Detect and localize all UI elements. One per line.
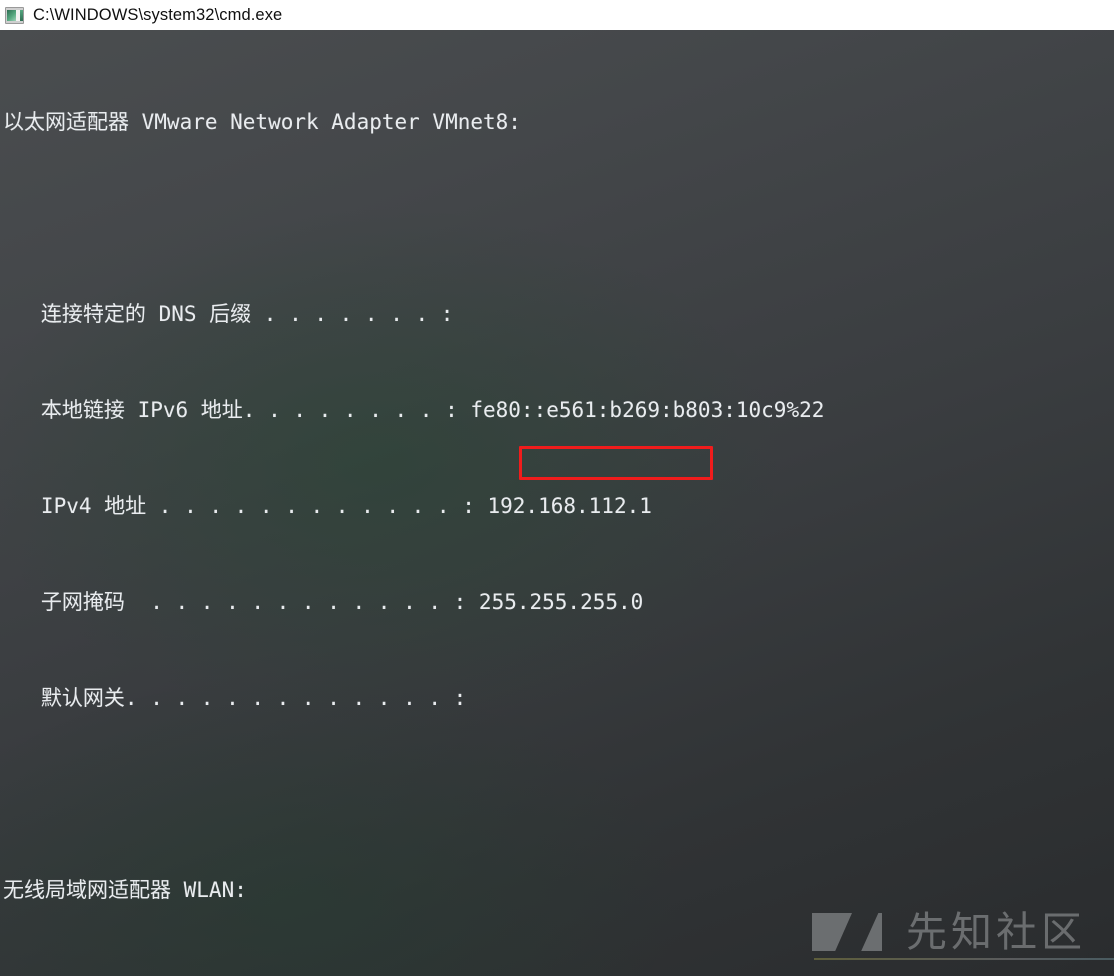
- console-line: 本地链接 IPv6 地址. . . . . . . . : fe80::e561…: [3, 398, 825, 422]
- window-title-bar[interactable]: C:\WINDOWS\system32\cmd.exe: [0, 0, 1114, 30]
- console-line: 以太网适配器 VMware Network Adapter VMnet8:: [3, 110, 521, 134]
- console-output-area[interactable]: 以太网适配器 VMware Network Adapter VMnet8: 连接…: [0, 30, 1114, 976]
- console-line: 无线局域网适配器 WLAN:: [3, 878, 247, 902]
- console-line: IPv4 地址 . . . . . . . . . . . . : 192.16…: [3, 494, 652, 518]
- console-line: 连接特定的 DNS 后缀 . . . . . . . :: [3, 302, 454, 326]
- console-line: 子网掩码 . . . . . . . . . . . . : 255.255.2…: [3, 590, 644, 614]
- cmd-window-icon: [5, 6, 24, 24]
- console-text: 以太网适配器 VMware Network Adapter VMnet8: 连接…: [0, 30, 1114, 976]
- window-title-text: C:\WINDOWS\system32\cmd.exe: [33, 5, 283, 24]
- console-line: 默认网关. . . . . . . . . . . . . :: [3, 686, 467, 710]
